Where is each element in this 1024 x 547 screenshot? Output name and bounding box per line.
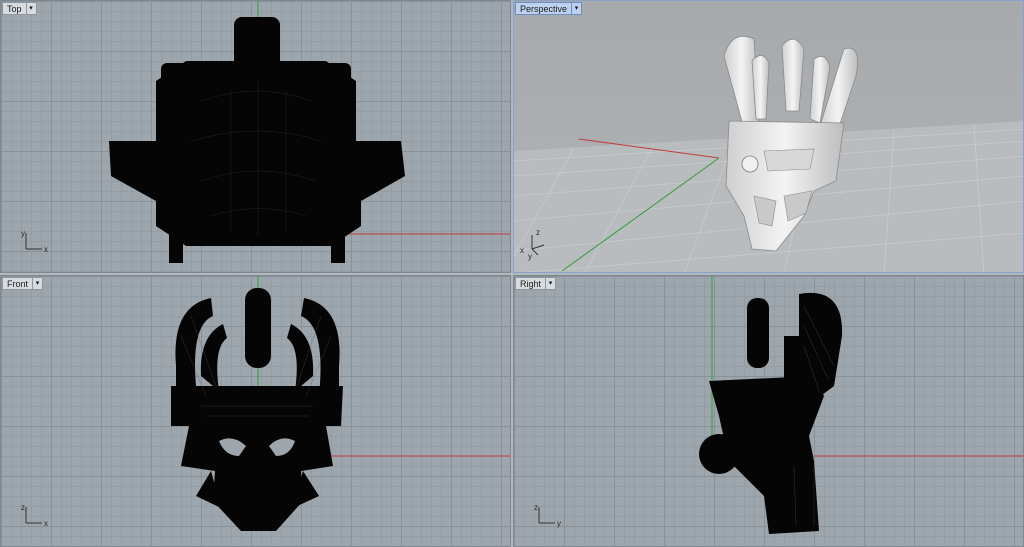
- axis-label-d: y: [528, 252, 532, 261]
- front-view-canvas: z x: [21, 276, 510, 531]
- chevron-down-icon[interactable]: ▾: [571, 2, 583, 15]
- axis-label-v: z: [534, 503, 538, 512]
- wireframe-model-front: [171, 288, 343, 531]
- viewport-title-perspective[interactable]: Perspective: [515, 2, 572, 15]
- viewport-perspective[interactable]: Perspective ▾ z x y: [513, 0, 1024, 273]
- axis-widget-top: y x: [21, 229, 48, 254]
- viewport-title-right[interactable]: Right: [515, 277, 546, 290]
- axis-label-h: x: [520, 246, 524, 255]
- axis-label-h: x: [44, 519, 48, 528]
- viewport-top[interactable]: Top ▾ y x: [0, 0, 511, 273]
- viewport-tab-right[interactable]: Right ▾: [515, 277, 557, 290]
- axis-label-v: z: [536, 228, 540, 237]
- axis-widget-front: z x: [21, 503, 48, 528]
- axis-label-h: y: [557, 519, 561, 528]
- viewport-right[interactable]: Right ▾ z y: [513, 275, 1024, 547]
- chevron-down-icon[interactable]: ▾: [545, 277, 557, 290]
- axis-label-h: x: [44, 245, 48, 254]
- top-view-canvas: y x: [21, 1, 510, 263]
- viewport-tab-front[interactable]: Front ▾: [2, 277, 44, 290]
- viewport-title-top[interactable]: Top: [2, 2, 26, 15]
- perspective-view-canvas: z x y: [514, 1, 1023, 272]
- viewport-tab-top[interactable]: Top ▾: [2, 2, 37, 15]
- chevron-down-icon[interactable]: ▾: [32, 277, 44, 290]
- wireframe-model-top: [109, 17, 405, 263]
- axis-widget-right: z y: [534, 503, 561, 528]
- right-view-canvas: z y: [534, 276, 1023, 534]
- viewport-front[interactable]: Front ▾ z x: [0, 275, 511, 547]
- axis-label-v: y: [21, 229, 25, 238]
- wireframe-model-right: [699, 292, 843, 534]
- chevron-down-icon[interactable]: ▾: [25, 2, 37, 15]
- axis-label-v: z: [21, 503, 25, 512]
- viewport-title-front[interactable]: Front: [2, 277, 33, 290]
- viewport-tab-perspective[interactable]: Perspective ▾: [515, 2, 583, 15]
